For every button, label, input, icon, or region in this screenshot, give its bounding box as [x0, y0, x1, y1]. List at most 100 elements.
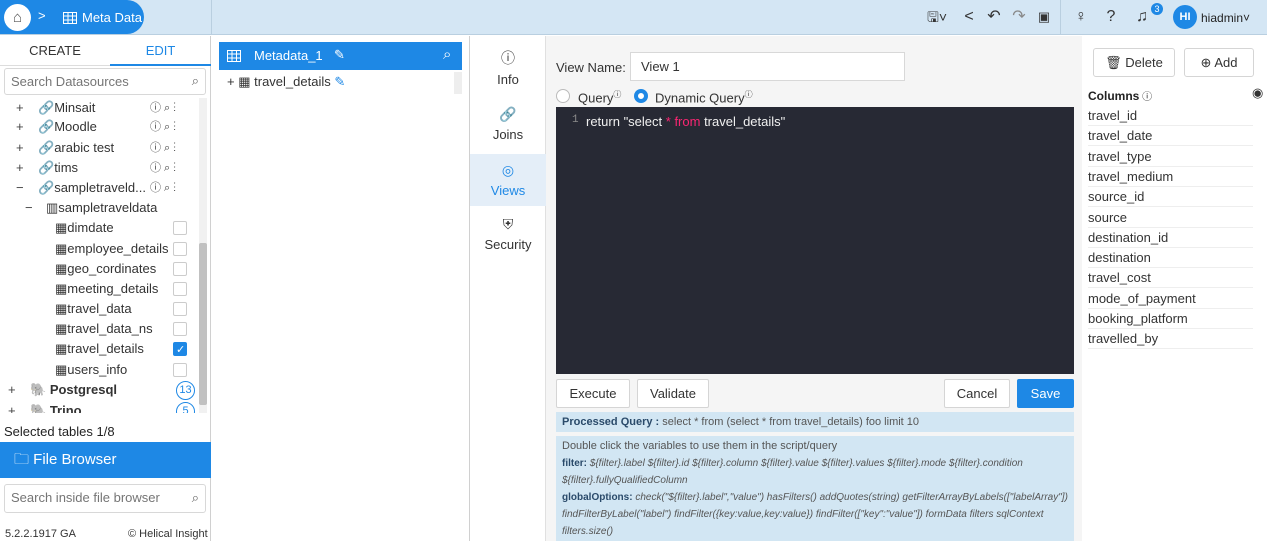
execute-button[interactable]: Execute — [556, 379, 630, 408]
table-checkbox[interactable] — [173, 221, 187, 235]
edit-icon[interactable]: ✎ — [334, 74, 345, 89]
column-item[interactable]: travel_cost — [1088, 268, 1253, 289]
column-item[interactable]: travel_id — [1088, 106, 1253, 126]
column-item[interactable]: destination_id — [1088, 228, 1253, 248]
file-browser-search-input[interactable] — [11, 490, 171, 505]
column-item[interactable]: travel_type — [1088, 147, 1253, 167]
nav-item-joins[interactable]: 🔗 Joins — [470, 98, 546, 150]
folder-icon: 🗀 — [14, 451, 34, 468]
tree-row[interactable]: ▦geo_cordinates — [0, 259, 200, 279]
column-item[interactable]: travel_date — [1088, 126, 1253, 147]
tree-item-label: ▥sampletraveldata — [46, 200, 158, 215]
expand-toggle[interactable]: + — [16, 158, 24, 178]
tree-row[interactable]: − ▥sampletraveldata — [0, 198, 200, 218]
cancel-button[interactable]: Cancel — [944, 379, 1010, 408]
row-actions[interactable]: ⓘ ⌕ ⋮ — [150, 98, 176, 118]
bell-icon[interactable]: ♫ — [1131, 6, 1153, 28]
breadcrumb-current[interactable]: Meta Data — [82, 10, 142, 25]
table-checkbox[interactable] — [173, 282, 187, 296]
code-editor[interactable]: 1 return "select * from travel_details" — [556, 107, 1074, 374]
dynamic-query-radio[interactable] — [634, 89, 648, 103]
add-button[interactable]: ⊕ Add — [1184, 48, 1254, 77]
expand-toggle[interactable]: − — [16, 178, 24, 198]
metadata-tree-node[interactable]: + ▦ travel_details ✎ — [227, 74, 345, 90]
scrollbar[interactable] — [454, 72, 462, 94]
expand-toggle[interactable]: − — [25, 198, 33, 218]
tree-row[interactable]: + 🔗tims ⓘ ⌕ ⋮ — [0, 158, 200, 178]
share-icon[interactable]: < — [958, 6, 980, 28]
tree-row[interactable]: ▦travel_data_ns — [0, 319, 200, 339]
search-icon[interactable]: ⌕ — [192, 73, 199, 89]
tree-row[interactable]: + 🐘 Postgresql 13 — [0, 380, 200, 400]
tree-item-label: ▦users_info — [55, 362, 128, 377]
lightbulb-icon[interactable]: ♀ — [1070, 6, 1092, 28]
query-radio[interactable] — [556, 89, 570, 103]
table-checkbox[interactable] — [173, 242, 187, 256]
nav-item-info[interactable]: ⓘ Info — [470, 40, 546, 92]
save-button[interactable]: Save — [1017, 379, 1074, 408]
view-name-input[interactable] — [630, 52, 905, 81]
eye-icon[interactable]: ◉ — [1252, 85, 1263, 101]
tree-row[interactable]: + 🐘 Trino 5 — [0, 401, 200, 413]
tree-row[interactable]: ▦employee_details — [0, 239, 200, 259]
expand-toggle[interactable]: + — [16, 98, 24, 118]
nav-item-views[interactable]: ◎ Views — [470, 154, 546, 206]
tab-create[interactable]: CREATE — [0, 36, 110, 66]
tree-row[interactable]: ▦users_info — [0, 360, 200, 380]
table-checkbox[interactable]: ✓ — [173, 342, 187, 356]
expand-toggle[interactable]: + — [8, 401, 16, 413]
table-checkbox[interactable] — [173, 302, 187, 316]
column-item[interactable]: travel_medium — [1088, 167, 1253, 187]
table-checkbox[interactable] — [173, 322, 187, 336]
column-item[interactable]: travelled_by — [1088, 329, 1253, 350]
column-item[interactable]: source_id — [1088, 187, 1253, 208]
undo-icon[interactable]: ↶ — [983, 6, 1005, 28]
user-menu[interactable]: hiadmin˅ — [1201, 11, 1250, 25]
edit-icon[interactable]: ✎ — [334, 47, 345, 63]
expand-toggle[interactable]: + — [8, 380, 16, 400]
tree-row[interactable]: − 🔗sampletraveld... ⓘ ⌕ ⋮ — [0, 178, 200, 198]
layout-icon[interactable]: ▣ — [1033, 6, 1055, 28]
side-nav: ⓘ Info 🔗 Joins ◎ Views ⛨ Security — [470, 36, 546, 541]
tree-row[interactable]: + 🔗Minsait ⓘ ⌕ ⋮ — [0, 98, 200, 118]
table-checkbox[interactable] — [173, 262, 187, 276]
expand-toggle[interactable]: + — [16, 117, 24, 137]
file-browser-button[interactable]: 🗀 File Browser — [0, 442, 211, 478]
plus-icon: ⊕ — [1200, 55, 1215, 70]
datasource-search-input[interactable] — [11, 74, 171, 89]
nav-item-security[interactable]: ⛨ Security — [470, 208, 546, 260]
column-item[interactable]: mode_of_payment — [1088, 289, 1253, 309]
table-checkbox[interactable] — [173, 363, 187, 377]
tree-row[interactable]: ▦travel_data — [0, 299, 200, 319]
processed-query: Processed Query : select * from (select … — [556, 412, 1074, 432]
filter-variables[interactable]: filter: ${filter}.label ${filter}.id ${f… — [562, 455, 1068, 489]
scrollbar-thumb[interactable] — [199, 243, 207, 405]
row-actions[interactable]: ⓘ ⌕ ⋮ — [150, 178, 176, 198]
home-icon[interactable]: ⌂ — [4, 4, 31, 31]
save-menu-icon[interactable]: 🖫˅ — [926, 6, 948, 28]
redo-icon[interactable]: ↷ — [1008, 6, 1030, 28]
tab-edit[interactable]: EDIT — [110, 36, 211, 66]
avatar[interactable]: HI — [1173, 5, 1197, 29]
delete-button[interactable]: 🗑 Delete — [1093, 48, 1175, 77]
tree-row[interactable]: + 🔗Moodle ⓘ ⌕ ⋮ — [0, 117, 200, 137]
metadata-header[interactable]: Metadata_1 ✎ ⌕ — [219, 42, 462, 70]
validate-button[interactable]: Validate — [637, 379, 709, 408]
row-actions[interactable]: ⓘ ⌕ ⋮ — [150, 117, 176, 137]
tree-scrollbar[interactable] — [199, 98, 207, 413]
help-icon[interactable]: ? — [1100, 6, 1122, 28]
tree-row[interactable]: ▦dimdate — [0, 218, 200, 238]
expand-toggle[interactable]: + — [16, 138, 24, 158]
global-options[interactable]: globalOptions: check("${filter}.label","… — [562, 489, 1068, 540]
column-item[interactable]: source — [1088, 208, 1253, 228]
row-actions[interactable]: ⓘ ⌕ ⋮ — [150, 138, 176, 158]
expand-toggle[interactable]: + — [227, 74, 235, 89]
row-actions[interactable]: ⓘ ⌕ ⋮ — [150, 158, 176, 178]
search-icon[interactable]: ⌕ — [443, 46, 451, 63]
column-item[interactable]: destination — [1088, 248, 1253, 269]
tree-row[interactable]: ▦meeting_details — [0, 279, 200, 299]
tree-row[interactable]: ▦travel_details ✓ — [0, 339, 200, 359]
column-item[interactable]: booking_platform — [1088, 309, 1253, 329]
tree-row[interactable]: + 🔗arabic test ⓘ ⌕ ⋮ — [0, 138, 200, 158]
search-icon[interactable]: ⌕ — [192, 490, 199, 506]
